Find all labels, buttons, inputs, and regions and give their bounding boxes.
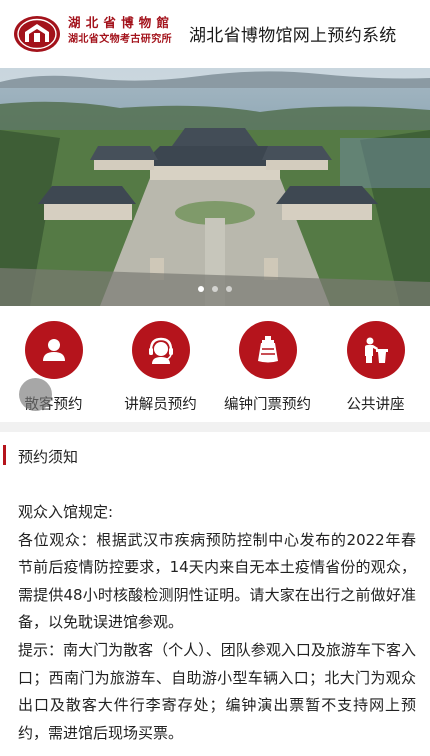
touch-indicator (19, 378, 52, 411)
menu-guide-booking[interactable]: 讲解员预约 (107, 321, 214, 421)
logo-line-2: 湖北省文物考古研究所 (68, 34, 172, 45)
carousel-dot[interactable] (212, 286, 218, 292)
notice-header: 预约须知 (0, 441, 430, 473)
notice-paragraph: 各位观众：根据武汉市疾病预防控制中心发布的2022年春节前后疫情防控要求，14天… (18, 530, 416, 632)
section-divider (0, 422, 430, 432)
notice-accent-bar (3, 445, 6, 465)
museum-logo-icon (14, 16, 60, 52)
notice-heading: 观众入馆规定: (18, 503, 114, 521)
app-header: 湖北省博物館 湖北省文物考古研究所 湖北省博物馆网上预约系统 (0, 0, 430, 68)
banner-carousel[interactable] (0, 68, 430, 306)
service-menu: 散客预约 讲解员预约 编钟门票预约 公共讲座 (0, 306, 430, 422)
menu-label: 讲解员预约 (124, 397, 197, 413)
carousel-dot[interactable] (226, 286, 232, 292)
menu-label: 编钟门票预约 (224, 397, 311, 413)
menu-individual-booking[interactable]: 散客预约 (0, 321, 107, 421)
notice-title: 预约须知 (18, 448, 79, 466)
notice-paragraph: 提示：南大门为散客（个人）、团队参观入口及旅游车下客入口；西南门为旅游车、自助游… (18, 640, 416, 742)
lecture-podium-icon (346, 321, 405, 379)
menu-bell-ticket-booking[interactable]: 编钟门票预约 (214, 321, 321, 421)
carousel-indicators[interactable] (0, 286, 430, 292)
carousel-dot[interactable] (198, 286, 204, 292)
menu-label: 散客预约 (24, 397, 83, 413)
site-title: 湖北省博物馆网上预约系统 (189, 26, 397, 46)
museum-logo-text: 湖北省博物館 湖北省文物考古研究所 (68, 15, 178, 49)
person-icon (24, 321, 83, 379)
logo-line-1: 湖北省博物館 (68, 15, 175, 30)
bronze-bell-icon (238, 321, 297, 379)
headset-guide-icon (131, 321, 190, 379)
notice-body: 观众入馆规定: 各位观众：根据武汉市疾病预防控制中心发布的2022年春节前后疫情… (18, 499, 416, 747)
menu-label: 公共讲座 (346, 397, 405, 413)
museum-aerial-photo (0, 68, 430, 306)
menu-public-lecture[interactable]: 公共讲座 (322, 321, 429, 421)
